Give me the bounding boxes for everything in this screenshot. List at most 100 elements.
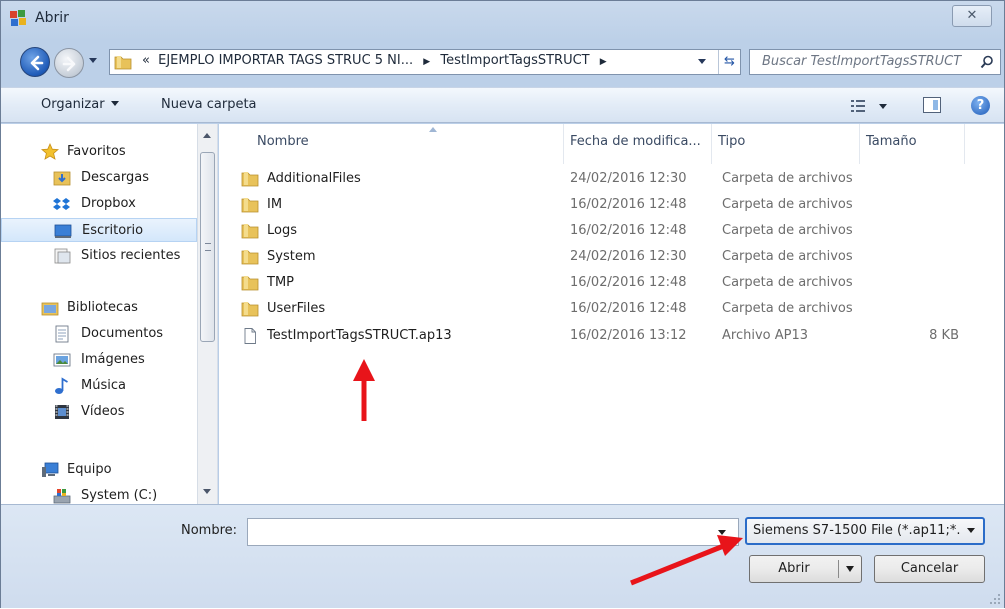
change-view-icon[interactable] <box>851 97 897 115</box>
help-icon[interactable]: ? <box>971 96 990 115</box>
nav-computer-label: Equipo <box>67 462 112 477</box>
file-date: 24/02/2016 12:30 <box>570 249 687 264</box>
chevron-down-icon[interactable] <box>967 528 975 533</box>
back-button[interactable] <box>20 47 50 77</box>
scrollbar-thumb[interactable] <box>200 152 215 342</box>
preview-pane-icon[interactable] <box>923 97 941 113</box>
computer-icon <box>42 462 59 477</box>
nav-images[interactable]: Imágenes <box>1 348 197 372</box>
resize-grip-icon[interactable] <box>989 593 1001 605</box>
column-header-name[interactable]: Nombre <box>219 124 564 164</box>
nav-documents-label: Documentos <box>81 326 164 341</box>
breadcrumb-overflow[interactable]: « <box>142 53 150 68</box>
images-icon <box>53 353 71 367</box>
breadcrumb-separator-icon[interactable]: ▶ <box>417 57 436 67</box>
new-folder-label: Nueva carpeta <box>161 97 257 112</box>
title-bar: Abrir ✕ <box>1 1 1004 37</box>
scroll-down-icon[interactable] <box>203 489 211 494</box>
file-type: Carpeta de archivos <box>722 171 853 186</box>
table-row[interactable]: IM 16/02/2016 12:48 Carpeta de archivos <box>219 193 979 219</box>
folder-icon <box>241 224 259 239</box>
file-type: Carpeta de archivos <box>722 249 853 264</box>
file-name: IM <box>267 197 283 212</box>
close-icon: ✕ <box>966 8 978 23</box>
file-name: System <box>267 249 316 264</box>
file-date: 24/02/2016 12:30 <box>570 171 687 186</box>
table-row[interactable]: TMP 16/02/2016 12:48 Carpeta de archivos <box>219 271 979 297</box>
table-row[interactable]: System 24/02/2016 12:30 Carpeta de archi… <box>219 245 979 271</box>
nav-downloads-label: Descargas <box>81 170 150 185</box>
navigation-scrollbar[interactable] <box>197 124 217 504</box>
nav-downloads[interactable]: Descargas <box>1 166 197 190</box>
recent-locations-dropdown-icon[interactable] <box>89 58 97 63</box>
file-type: Carpeta de archivos <box>722 223 853 238</box>
app-icon <box>10 10 26 26</box>
column-size-label: Tamaño <box>866 134 917 149</box>
nav-recent-places[interactable]: Sitios recientes <box>1 244 197 268</box>
open-button[interactable]: Abrir <box>749 555 862 583</box>
cancel-button-label: Cancelar <box>900 561 959 576</box>
nav-system-label: System (C:) <box>81 488 158 503</box>
folder-icon <box>114 56 132 70</box>
table-row[interactable]: TestImportTagsSTRUCT.ap13 16/02/2016 13:… <box>219 324 979 350</box>
scroll-up-icon[interactable] <box>203 133 211 138</box>
filename-label: Nombre: <box>181 523 238 538</box>
nav-libraries-label: Bibliotecas <box>67 300 138 315</box>
column-header-size[interactable]: Tamaño <box>860 124 965 164</box>
sort-ascending-icon <box>429 127 437 132</box>
folder-icon <box>241 250 259 265</box>
file-type-select[interactable]: Siemens S7-1500 File (*.ap11;*.ap12;*.ap… <box>745 517 985 545</box>
file-name: Logs <box>267 223 297 238</box>
nav-dropbox[interactable]: Dropbox <box>1 192 197 216</box>
open-button-label: Abrir <box>778 561 810 576</box>
nav-favorites-label: Favoritos <box>67 144 126 159</box>
search-icon[interactable] <box>980 55 994 69</box>
folder-icon <box>241 172 259 187</box>
column-name-label: Nombre <box>257 134 309 149</box>
forward-button[interactable] <box>54 48 84 78</box>
command-bar: Organizar Nueva carpeta ? <box>1 87 1004 123</box>
table-row[interactable]: Logs 16/02/2016 12:48 Carpeta de archivo… <box>219 219 979 245</box>
cancel-button[interactable]: Cancelar <box>874 555 985 583</box>
table-row[interactable]: UserFiles 16/02/2016 12:48 Carpeta de ar… <box>219 297 979 323</box>
nav-computer[interactable]: Equipo <box>1 458 197 482</box>
videos-icon <box>55 405 69 419</box>
file-size: 8 KB <box>929 328 959 343</box>
table-row[interactable]: AdditionalFiles 24/02/2016 12:30 Carpeta… <box>219 167 979 193</box>
recent-places-icon <box>54 248 71 264</box>
nav-recent-label: Sitios recientes <box>81 248 181 263</box>
address-history-dropdown-icon[interactable] <box>698 59 706 64</box>
folder-icon <box>241 198 259 213</box>
filename-combobox[interactable] <box>247 518 739 546</box>
nav-favorites[interactable]: Favoritos <box>1 140 197 164</box>
nav-libraries[interactable]: Bibliotecas <box>1 296 197 320</box>
column-header-type[interactable]: Tipo <box>712 124 860 164</box>
nav-videos[interactable]: Vídeos <box>1 400 197 424</box>
refresh-icon[interactable]: ⇆ <box>718 50 740 74</box>
file-date: 16/02/2016 13:12 <box>570 328 687 343</box>
libraries-icon <box>41 302 59 316</box>
nav-desktop[interactable]: Escritorio <box>1 218 197 242</box>
file-type-selected: Siemens S7-1500 File (*.ap11;*.ap12;*.ap… <box>753 523 961 538</box>
breadcrumb-separator-icon[interactable]: ▶ <box>594 57 613 67</box>
close-button[interactable]: ✕ <box>952 5 992 27</box>
search-input[interactable]: Buscar TestImportTagsSTRUCT <box>749 49 1001 75</box>
window-title: Abrir <box>35 10 69 26</box>
nav-dropbox-label: Dropbox <box>81 196 136 211</box>
column-type-label: Tipo <box>718 134 746 149</box>
nav-documents[interactable]: Documentos <box>1 322 197 346</box>
column-header-date[interactable]: Fecha de modifica... <box>564 124 712 164</box>
address-bar[interactable]: « EJEMPLO IMPORTAR TAGS STRUC 5 NI... ▶ … <box>109 49 741 75</box>
organize-menu-button[interactable]: Organizar <box>41 97 119 112</box>
filename-dropdown-icon[interactable] <box>718 530 726 535</box>
nav-music[interactable]: Música <box>1 374 197 398</box>
nav-desktop-label: Escritorio <box>82 223 144 238</box>
folder-icon <box>241 302 259 317</box>
file-name: UserFiles <box>267 301 326 316</box>
new-folder-button[interactable]: Nueva carpeta <box>161 97 257 112</box>
breadcrumb-segment[interactable]: EJEMPLO IMPORTAR TAGS STRUC 5 NI... <box>158 53 413 68</box>
breadcrumb-segment[interactable]: TestImportTagsSTRUCT <box>440 53 589 68</box>
open-options-dropdown-icon[interactable] <box>846 566 854 572</box>
nav-images-label: Imágenes <box>81 352 145 367</box>
nav-music-label: Música <box>81 378 126 393</box>
